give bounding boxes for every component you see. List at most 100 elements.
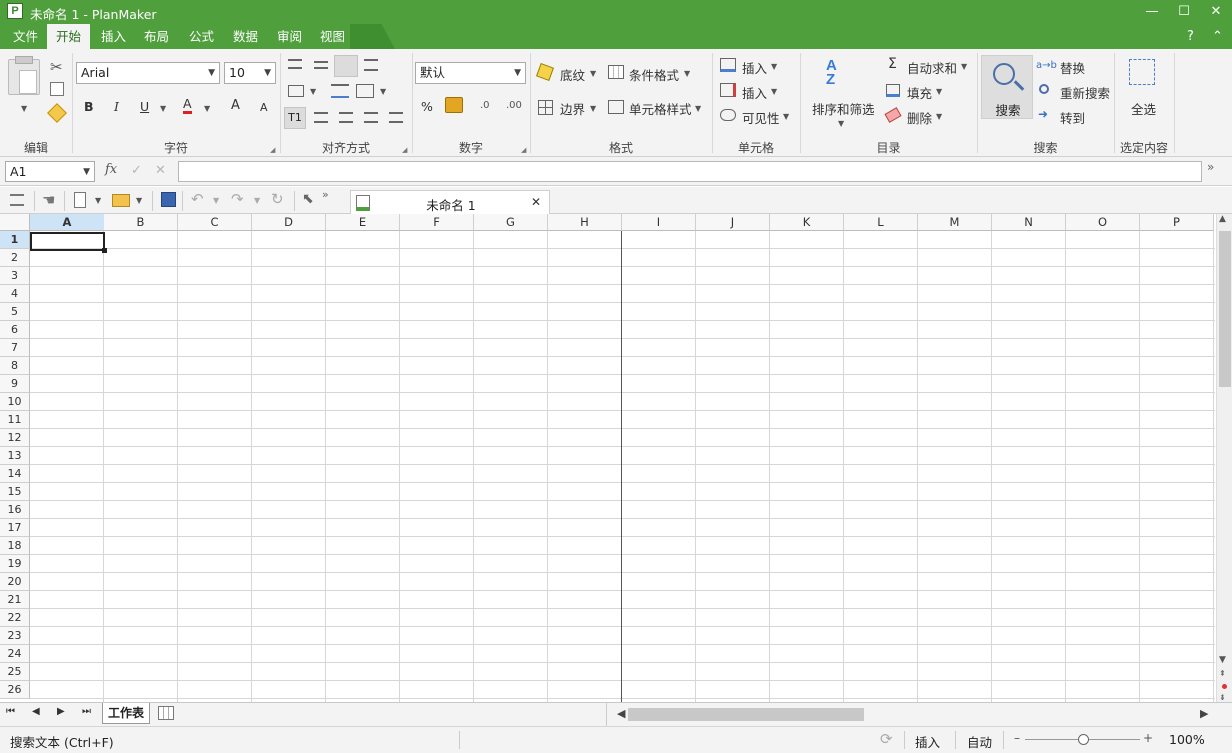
row-header[interactable]: 8 — [0, 357, 30, 375]
zoom-in-button[interactable]: + — [1143, 731, 1153, 745]
tab-layout[interactable]: 布局 — [135, 24, 178, 49]
visibility-icon[interactable] — [720, 109, 736, 121]
vertical-scrollbar[interactable]: ▲ ▼ ⇞ ⇟ — [1216, 214, 1232, 702]
row-header[interactable]: 6 — [0, 321, 30, 339]
row-header[interactable]: 4 — [0, 285, 30, 303]
shading-dropdown-icon[interactable]: ▼ — [590, 69, 596, 78]
indent-icon[interactable] — [356, 84, 374, 98]
border-button[interactable]: 边界 — [560, 99, 585, 118]
scroll-down-icon[interactable]: ▼ — [1219, 655, 1226, 665]
row-header[interactable]: 25 — [0, 663, 30, 681]
column-header[interactable]: P — [1140, 214, 1214, 231]
search-hint[interactable]: 搜索文本 (Ctrl+F) — [10, 732, 114, 751]
indent-dropdown-icon[interactable]: ▼ — [380, 87, 386, 96]
insert-row-button[interactable]: 插入 — [742, 58, 767, 77]
font-color-button[interactable]: A — [183, 97, 192, 114]
currency-icon[interactable] — [445, 97, 463, 113]
row-header[interactable]: 15 — [0, 483, 30, 501]
save-icon[interactable] — [161, 192, 176, 207]
formula-more-icon[interactable]: » — [1207, 160, 1214, 174]
conditional-dropdown-icon[interactable]: ▼ — [684, 69, 690, 78]
bold-button[interactable]: B — [84, 99, 94, 114]
row-header[interactable]: 16 — [0, 501, 30, 519]
last-sheet-icon[interactable]: ⏭ — [82, 706, 91, 717]
column-header[interactable]: F — [400, 214, 474, 231]
menu-icon[interactable] — [10, 194, 24, 206]
pointer-icon[interactable]: ⬉ — [302, 191, 314, 207]
hand-icon[interactable]: ☚ — [42, 191, 55, 209]
cell-area[interactable] — [30, 231, 1215, 702]
percent-button[interactable]: % — [421, 99, 433, 114]
insert-row-icon[interactable] — [720, 58, 736, 72]
row-header[interactable]: 18 — [0, 537, 30, 555]
zoom-out-button[interactable]: – — [1014, 731, 1020, 745]
column-header[interactable]: N — [992, 214, 1066, 231]
column-header[interactable]: D — [252, 214, 326, 231]
redo-icon[interactable]: ↷ — [231, 190, 244, 208]
help-button[interactable]: ? — [1178, 24, 1203, 49]
document-tab[interactable]: 未命名 1 ✕ — [350, 190, 550, 214]
copy-icon[interactable] — [50, 82, 64, 96]
goto-button[interactable]: 转到 — [1060, 108, 1085, 127]
align-center-icon[interactable] — [339, 112, 353, 123]
column-header[interactable]: O — [1066, 214, 1140, 231]
insert-col-dropdown-icon[interactable]: ▼ — [771, 87, 777, 96]
page-marker-icon[interactable] — [1222, 684, 1227, 689]
row-header[interactable]: 11 — [0, 411, 30, 429]
delete-dropdown-icon[interactable]: ▼ — [936, 112, 942, 121]
tab-view[interactable]: 视图 — [311, 24, 354, 49]
row-header[interactable]: 26 — [0, 681, 30, 699]
paste-dropdown-icon[interactable]: ▼ — [21, 104, 27, 113]
fill-dropdown-icon[interactable]: ▼ — [936, 87, 942, 96]
replace-button[interactable]: 替换 — [1060, 58, 1085, 77]
delete-button[interactable]: 删除 — [907, 108, 932, 127]
repeat-icon[interactable]: ↻ — [271, 190, 284, 208]
row-header[interactable]: 14 — [0, 465, 30, 483]
visibility-button[interactable]: 可见性 — [742, 108, 780, 127]
decrease-decimal-icon[interactable]: .0 — [480, 100, 490, 111]
fill-button[interactable]: 填充 — [907, 83, 932, 102]
paste-icon[interactable] — [8, 56, 40, 95]
column-header[interactable]: K — [770, 214, 844, 231]
tab-home[interactable]: 开始 — [47, 24, 91, 49]
maximize-button[interactable]: ☐ — [1167, 0, 1201, 24]
row-header[interactable]: 17 — [0, 519, 30, 537]
sheet-tab-1[interactable]: 工作表 1 — [102, 703, 150, 740]
row-header[interactable]: 22 — [0, 609, 30, 627]
insert-row-dropdown-icon[interactable]: ▼ — [771, 62, 777, 71]
row-header[interactable]: 2 — [0, 249, 30, 267]
row-header[interactable]: 5 — [0, 303, 30, 321]
insert-col-button[interactable]: 插入 — [742, 83, 767, 102]
active-cell[interactable] — [30, 232, 107, 253]
row-header[interactable]: 13 — [0, 447, 30, 465]
tab-review[interactable]: 审阅 — [268, 24, 311, 49]
formula-input[interactable] — [178, 161, 1202, 182]
align-right-icon[interactable] — [364, 112, 378, 123]
ribbon-collapse-button[interactable]: ⌃ — [1203, 24, 1232, 49]
merge-dropdown-icon[interactable]: ▼ — [310, 87, 316, 96]
first-sheet-icon[interactable]: ⏮ — [6, 706, 15, 717]
tab-formulas[interactable]: 公式 — [180, 24, 223, 49]
column-header[interactable]: E — [326, 214, 400, 231]
sort-filter-icon[interactable]: AZ — [826, 58, 858, 91]
column-header[interactable]: A — [30, 214, 105, 231]
function-icon[interactable]: fx — [105, 162, 117, 177]
column-header[interactable]: L — [844, 214, 918, 231]
cancel-icon[interactable]: ✕ — [155, 163, 166, 178]
border-dropdown-icon[interactable]: ▼ — [590, 104, 596, 113]
column-header[interactable]: B — [104, 214, 178, 231]
scroll-thumb[interactable] — [1219, 231, 1231, 387]
justify-icon[interactable] — [389, 112, 403, 123]
justify-vertical-icon[interactable] — [364, 59, 378, 71]
shading-icon[interactable] — [536, 63, 554, 81]
cell-style-icon[interactable] — [608, 100, 624, 114]
underline-button[interactable]: U — [140, 99, 149, 114]
new-document-icon[interactable] — [74, 192, 86, 208]
shrink-font-button[interactable]: A — [260, 101, 268, 114]
align-top-icon[interactable] — [288, 59, 302, 69]
tab-data[interactable]: 数据 — [224, 24, 267, 49]
research-button[interactable]: 重新搜索 — [1060, 83, 1110, 102]
zoom-slider-thumb[interactable] — [1077, 734, 1089, 745]
row-header[interactable]: 9 — [0, 375, 30, 393]
merge-cells-icon[interactable] — [288, 85, 304, 97]
